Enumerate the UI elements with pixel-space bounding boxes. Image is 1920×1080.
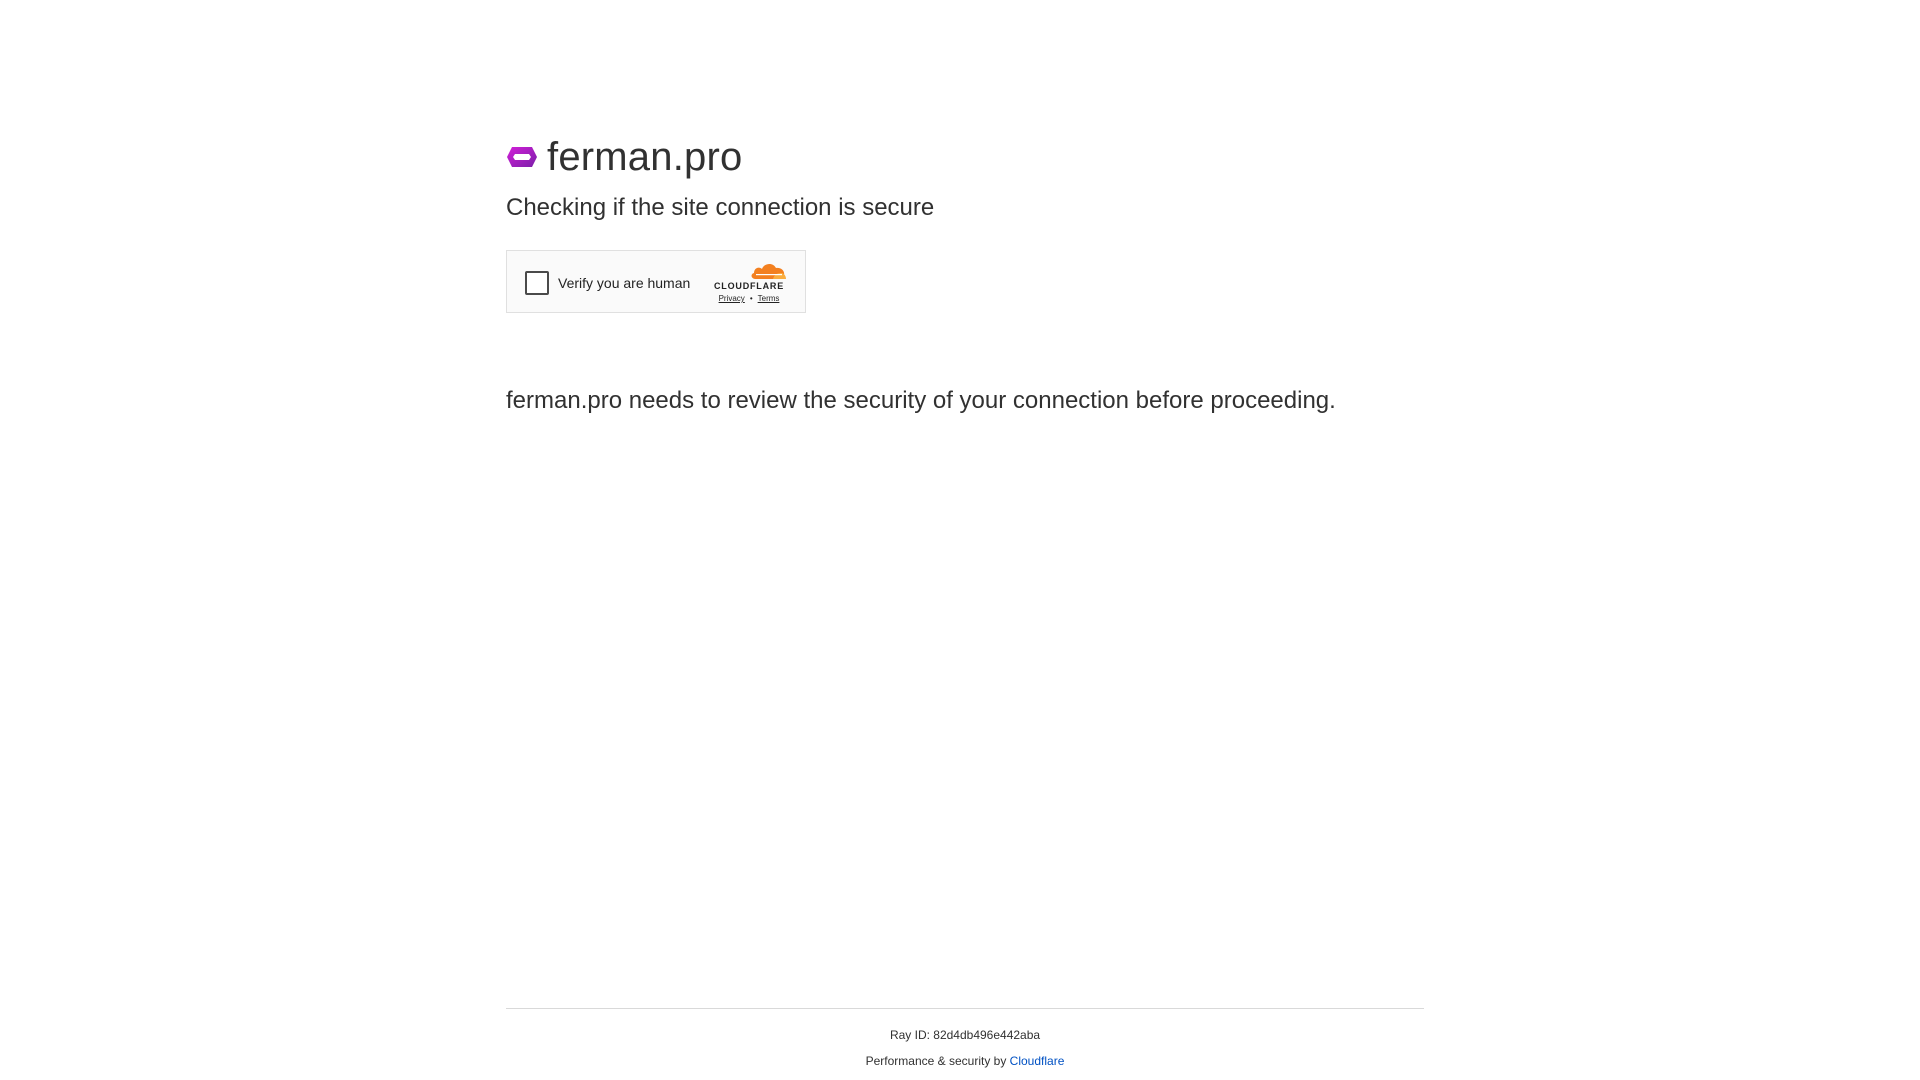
- link-separator: •: [749, 294, 753, 303]
- cloudflare-cloud-icon: [751, 263, 786, 279]
- performance-note: Performance & security by Cloudflare: [506, 1053, 1424, 1069]
- cloudflare-link[interactable]: Cloudflare: [1010, 1054, 1065, 1068]
- ferman-logo-icon: [507, 147, 537, 167]
- privacy-link[interactable]: Privacy: [719, 294, 745, 303]
- cloudflare-logo: CLOUDFLARE Privacy • Terms: [709, 260, 789, 303]
- ray-id: Ray ID: 82d4db496e442aba: [889, 1028, 1041, 1042]
- performance-prefix: Performance & security by: [865, 1054, 1007, 1068]
- turnstile-widget: Verify you are human CLOUDFLARE Privacy •…: [506, 250, 806, 313]
- challenge-main: ferman.pro Checking if the site connecti…: [506, 132, 1426, 417]
- verify-checkbox[interactable]: [525, 271, 549, 295]
- widget-links: Privacy • Terms: [709, 294, 789, 304]
- verify-label[interactable]: Verify you are human: [558, 274, 690, 292]
- site-title: ferman.pro: [547, 135, 743, 179]
- page-subtitle: Checking if the site connection is secur…: [506, 194, 935, 221]
- footer: Ray ID: 82d4db496e442aba Performance & s…: [506, 1008, 1424, 1069]
- security-message: ferman.pro needs to review the security …: [506, 387, 1336, 414]
- cloudflare-wordmark: CLOUDFLARE: [714, 281, 784, 291]
- site-header: ferman.pro: [506, 132, 1426, 182]
- terms-link[interactable]: Terms: [758, 294, 780, 303]
